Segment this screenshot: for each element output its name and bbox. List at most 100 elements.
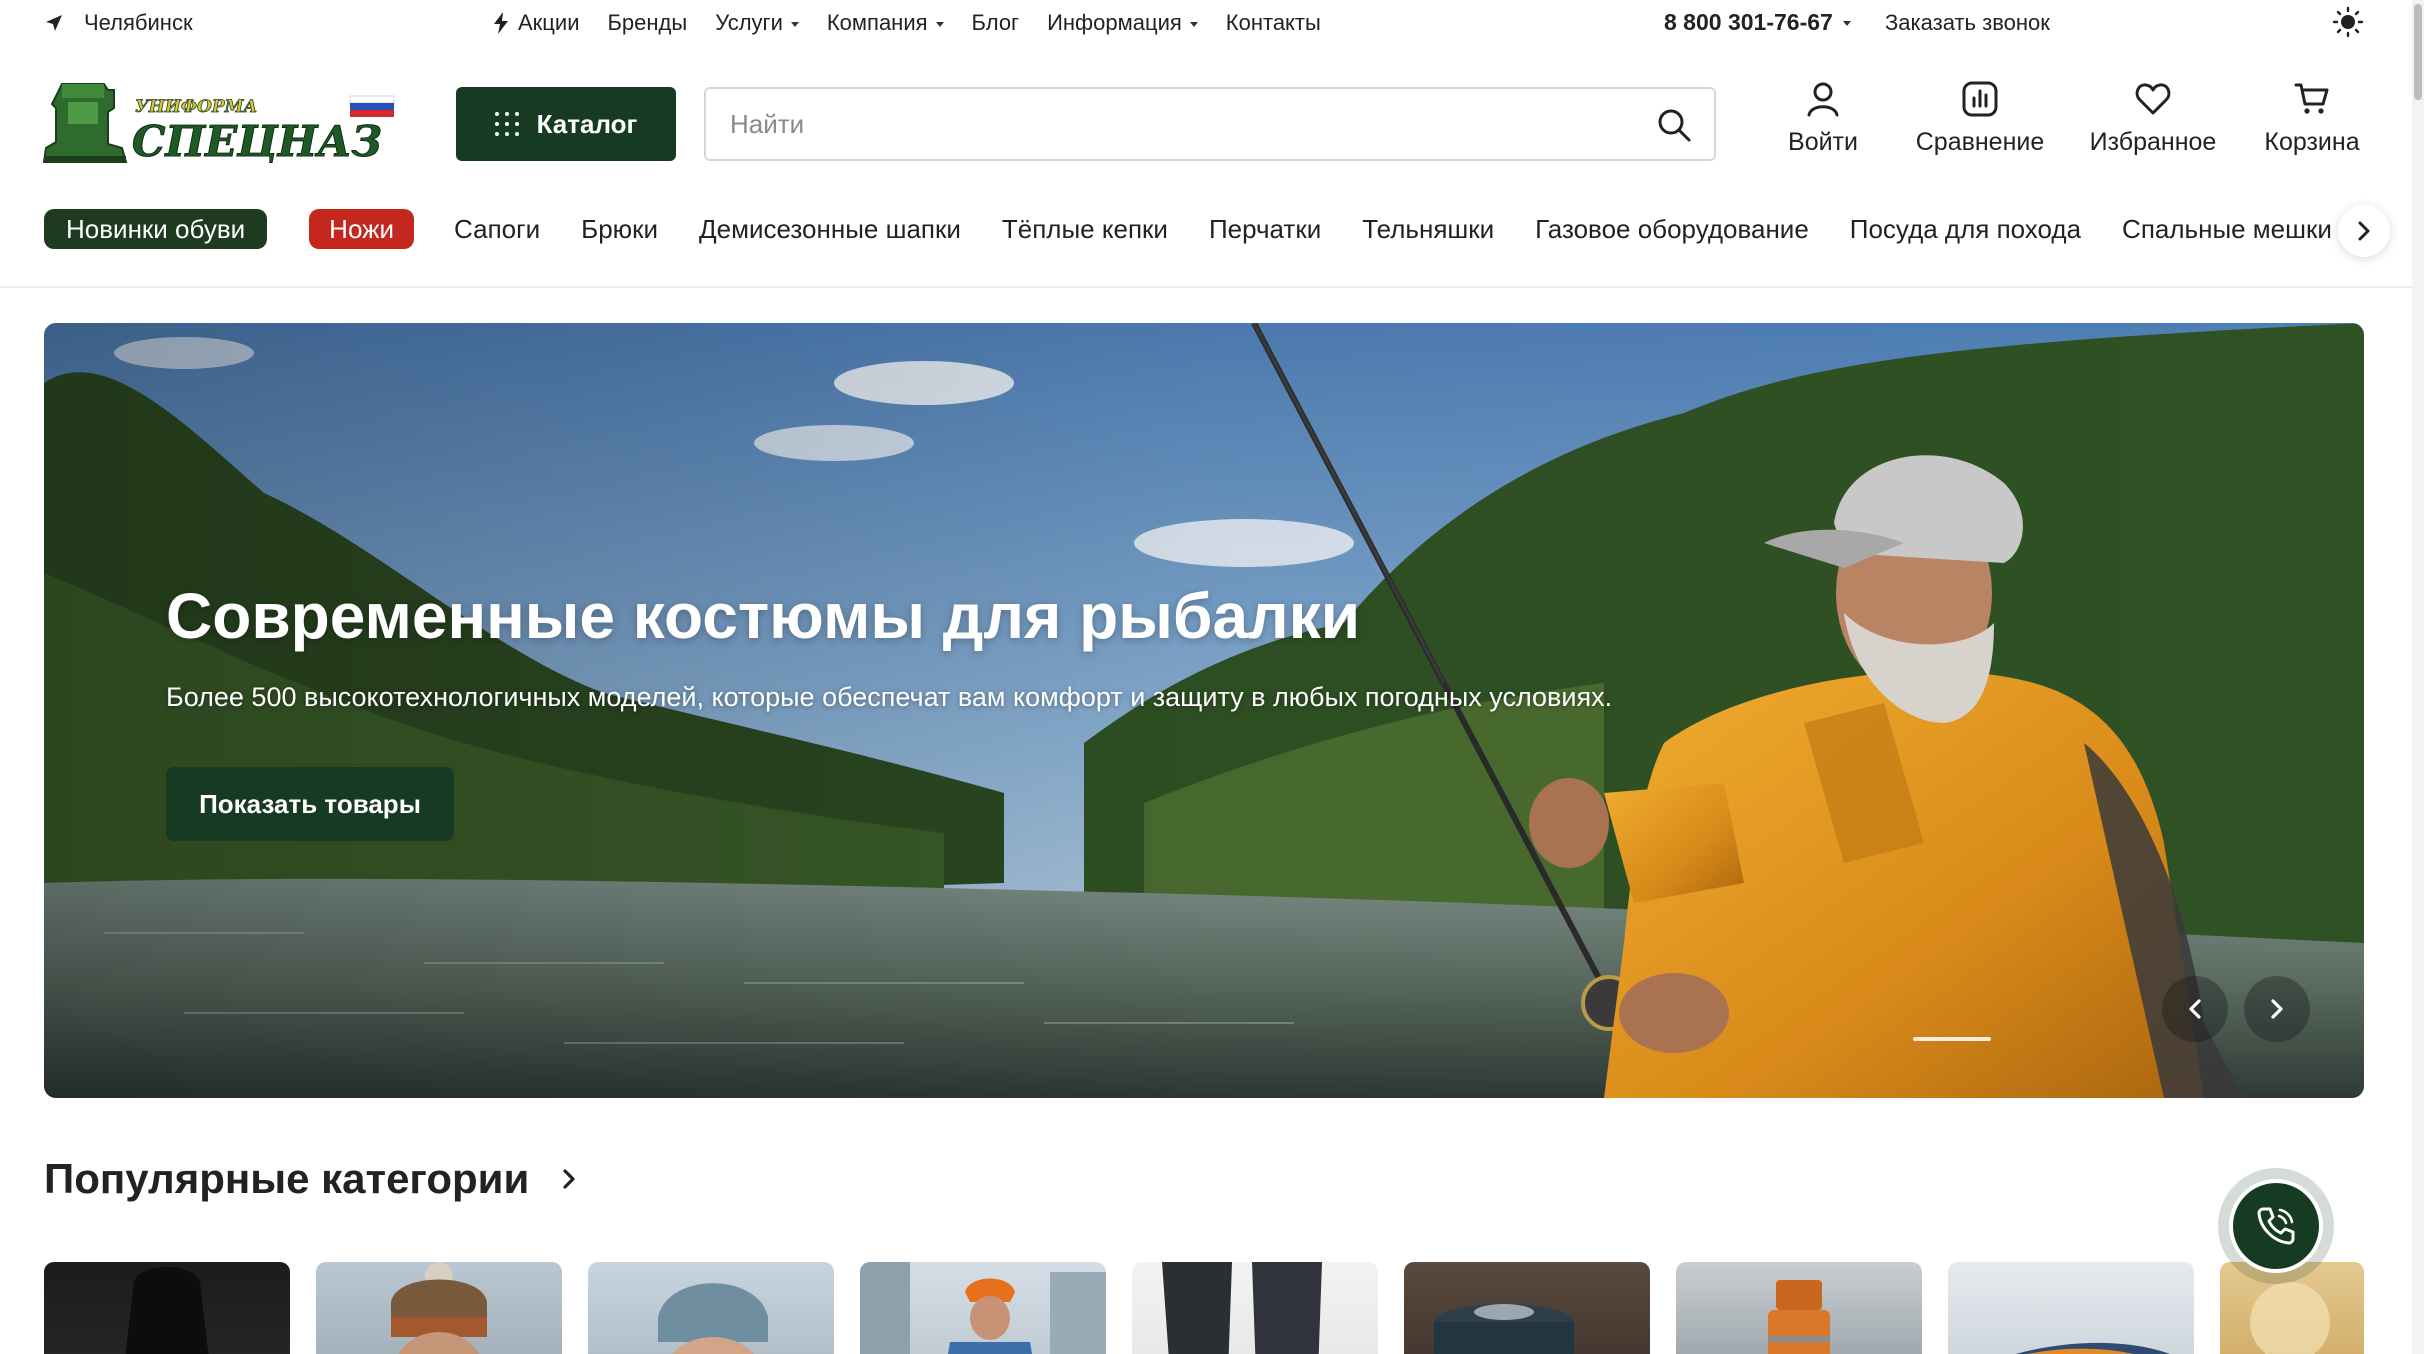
- login-button[interactable]: Войти: [1770, 80, 1876, 157]
- location-arrow-icon: [46, 15, 62, 31]
- chevron-right-icon: [2358, 221, 2370, 241]
- chevron-down-icon: [935, 21, 944, 27]
- category-card[interactable]: [1676, 1262, 1922, 1354]
- cart-icon: [2294, 83, 2329, 114]
- catalog-button[interactable]: Каталог: [456, 87, 676, 161]
- scrollbar-thumb[interactable]: [2414, 4, 2422, 100]
- chevron-left-icon: [2189, 999, 2201, 1019]
- lightning-icon: [494, 12, 508, 34]
- topnav-label: Компания: [826, 10, 928, 35]
- bag-image: [125, 1267, 209, 1354]
- boots-pants-image: [1162, 1262, 1322, 1354]
- sleeping-bag-image: [2016, 1342, 2170, 1354]
- chip-demiseason-hats[interactable]: Демисезонные шапки: [699, 209, 961, 249]
- search-input[interactable]: [730, 89, 1630, 159]
- chevron-down-icon: [1189, 21, 1198, 27]
- call-us-floating-button[interactable]: [2218, 1168, 2334, 1284]
- hero-banner: Современные костюмы для рыбалки Более 50…: [44, 323, 2364, 1098]
- hero-title: Современные костюмы для рыбалки: [166, 580, 1361, 652]
- request-call-link[interactable]: Заказать звонок: [1885, 10, 2050, 36]
- catalog-label: Каталог: [536, 108, 638, 139]
- chip-warm-caps[interactable]: Тёплые кепки: [1002, 209, 1168, 249]
- topnav-item-contacts[interactable]: Контакты: [1226, 10, 1321, 36]
- topnav-label: Бренды: [607, 10, 688, 35]
- grid-dots-icon: [494, 112, 519, 136]
- phone-icon: [2257, 1207, 2295, 1245]
- chip-sleeping-bags[interactable]: Спальные мешки: [2122, 209, 2332, 249]
- phone-label: 8 800 301-76-67: [1664, 9, 1833, 35]
- heart-icon: [2135, 83, 2171, 115]
- popular-categories-row: [44, 1262, 2364, 1354]
- category-card[interactable]: [316, 1262, 562, 1354]
- category-card[interactable]: [588, 1262, 834, 1354]
- chip-knives[interactable]: Ножи: [309, 209, 415, 249]
- topnav-item-brands[interactable]: Бренды: [607, 10, 687, 36]
- knit-hat-image: [391, 1262, 487, 1354]
- topnav-label: Услуги: [715, 10, 783, 35]
- beanie-image: [658, 1283, 768, 1354]
- cart-button[interactable]: Корзина: [2260, 80, 2364, 157]
- category-card[interactable]: [1404, 1262, 1650, 1354]
- site-logo[interactable]: УНИФОРМА СПЕЦНАЗ: [42, 78, 402, 170]
- topnav-label: Блог: [971, 10, 1020, 35]
- chip-boots[interactable]: Сапоги: [454, 209, 540, 249]
- chips-scroll-right-button[interactable]: [2338, 205, 2390, 257]
- hero-slide-indicator[interactable]: [1913, 1037, 1991, 1041]
- chip-striped-shirts[interactable]: Тельняшки: [1362, 209, 1494, 249]
- logo-main-text: СПЕЦНАЗ: [132, 117, 382, 166]
- compare-chart-icon: [1962, 81, 1998, 117]
- user-icon: [1807, 82, 1839, 117]
- category-card[interactable]: [1132, 1262, 1378, 1354]
- topnav-item-information[interactable]: Информация: [1047, 10, 1198, 36]
- thermos-image: [1768, 1280, 1830, 1354]
- popular-categories-title: Популярные категории: [44, 1155, 530, 1202]
- topnav-label: Контакты: [1225, 10, 1321, 35]
- top-navigation: Акции Бренды Услуги Компания Блог Информ…: [492, 10, 1321, 36]
- chip-camping-dishes[interactable]: Посуда для похода: [1850, 209, 2081, 249]
- favorites-label: Избранное: [2089, 128, 2217, 156]
- logo-graphic: УНИФОРМА СПЕЦНАЗ: [42, 83, 395, 167]
- call-button-inner: [2229, 1179, 2323, 1273]
- hero-next-button[interactable]: [2244, 976, 2310, 1042]
- topnav-item-blog[interactable]: Блог: [972, 10, 1020, 36]
- chevron-down-icon: [790, 21, 799, 27]
- chevron-right-icon: [2271, 999, 2283, 1019]
- search-icon[interactable]: [1656, 107, 1692, 143]
- chip-gas-equipment[interactable]: Газовое оборудование: [1535, 209, 1809, 249]
- login-label: Войти: [1788, 128, 1858, 156]
- category-card[interactable]: [44, 1262, 290, 1354]
- compare-button[interactable]: Сравнение: [1896, 80, 2064, 157]
- logo-top-text: УНИФОРМА: [135, 97, 257, 117]
- topnav-label: Акции: [518, 10, 580, 35]
- chip-trousers[interactable]: Брюки: [581, 209, 658, 249]
- hero-subtitle: Более 500 высокотехнологичных моделей, к…: [166, 682, 1613, 712]
- cart-label: Корзина: [2264, 128, 2360, 156]
- chip-gloves[interactable]: Перчатки: [1209, 209, 1321, 249]
- popular-categories-heading[interactable]: Популярные категории: [44, 1155, 577, 1203]
- category-card[interactable]: [1948, 1262, 2194, 1354]
- top-utility-bar: Челябинск Акции Бренды Услуги Компания Б…: [0, 0, 2424, 46]
- topnav-item-company[interactable]: Компания: [827, 10, 944, 36]
- sun-theme-toggle-icon[interactable]: [2332, 6, 2364, 38]
- phone-number[interactable]: 8 800 301-76-67: [1664, 9, 1851, 36]
- chip-new-footwear[interactable]: Новинки обуви: [44, 209, 268, 249]
- chevron-down-icon: [1842, 21, 1851, 26]
- page-scrollbar[interactable]: [2412, 0, 2424, 1354]
- header-actions: Войти Сравнение Избранное Корзина: [1750, 80, 2370, 166]
- city-label: Челябинск: [84, 10, 193, 35]
- topnav-item-services[interactable]: Услуги: [715, 10, 799, 36]
- show-products-button[interactable]: Показать товары: [166, 767, 454, 841]
- hero-prev-button[interactable]: [2162, 976, 2228, 1042]
- camping-pot-image: [1434, 1304, 1574, 1354]
- topnav-label: Информация: [1047, 10, 1182, 35]
- category-card[interactable]: [860, 1262, 1106, 1354]
- search-box: [704, 87, 1716, 161]
- chevron-right-icon: [563, 1169, 575, 1189]
- city-selector[interactable]: Челябинск: [44, 10, 193, 36]
- compare-label: Сравнение: [1915, 128, 2045, 156]
- category-chips-row: Новинки обуви Ножи Сапоги Брюки Демисезо…: [44, 208, 2344, 250]
- runner-image: [860, 1262, 1106, 1354]
- header-divider: [0, 286, 2424, 288]
- topnav-item-promotions[interactable]: Акции: [492, 10, 579, 36]
- favorites-button[interactable]: Избранное: [2080, 80, 2226, 157]
